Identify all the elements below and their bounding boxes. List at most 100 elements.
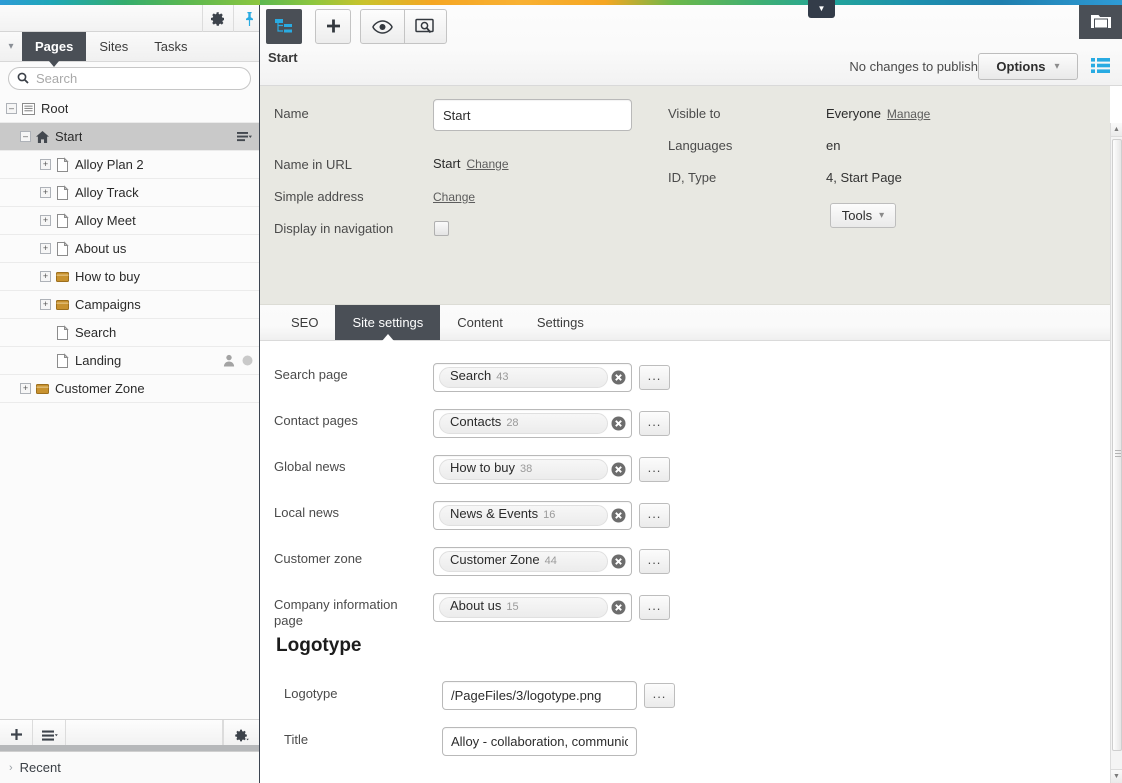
tree-item[interactable]: + Campaigns (0, 291, 259, 319)
search-box[interactable] (8, 66, 251, 90)
page-browse-button[interactable]: ... (639, 549, 670, 574)
page-browse-button[interactable]: ... (639, 365, 670, 390)
title-field-label: Title (284, 732, 309, 747)
clear-icon[interactable] (611, 416, 626, 431)
scrollbar-thumb[interactable] (1112, 139, 1122, 751)
page-picker[interactable]: Customer Zone 44 (433, 547, 632, 576)
title-input[interactable] (442, 727, 637, 756)
tree-expander[interactable]: + (40, 159, 51, 170)
name-in-url-value: Start (433, 156, 461, 171)
page-icon (57, 184, 69, 200)
tree-expander[interactable]: + (20, 383, 31, 394)
simple-address-change-link[interactable]: Change (433, 190, 475, 204)
page-picker[interactable]: About us 15 (433, 593, 632, 622)
tab-seo[interactable]: SEO (274, 305, 335, 340)
page-browse-button[interactable]: ... (639, 595, 670, 620)
page-browse-button[interactable]: ... (639, 411, 670, 436)
sidebar-tab-sites[interactable]: Sites (86, 32, 141, 61)
page-chip[interactable]: Customer Zone 44 (439, 551, 608, 572)
clear-icon[interactable] (611, 554, 626, 569)
display-in-navigation-checkbox[interactable] (434, 221, 449, 236)
clear-icon[interactable] (611, 508, 626, 523)
options-button[interactable]: Options ▾ (978, 53, 1078, 80)
tree-item[interactable]: Search (0, 319, 259, 347)
tree-expander[interactable]: – (6, 103, 17, 114)
logotype-browse-button[interactable]: ... (644, 683, 675, 708)
scroll-down-button[interactable]: ▼ (1111, 769, 1122, 783)
sitemap-icon (275, 18, 292, 32)
page-chip-label: News & Events (450, 506, 539, 521)
tree-item-menu[interactable] (237, 131, 253, 143)
tree-expander[interactable]: – (20, 131, 31, 142)
chevron-down-icon: ▼ (817, 4, 826, 13)
picker-row-label: Global news (274, 459, 346, 474)
page-picker[interactable]: How to buy 38 (433, 455, 632, 484)
page-chip[interactable]: About us 15 (439, 597, 608, 618)
page-chip[interactable]: Contacts 28 (439, 413, 608, 434)
page-browse-button[interactable]: ... (639, 457, 670, 482)
page-tree[interactable]: – Root – Start + Alloy Plan 2 + Alloy Track + All… (0, 95, 259, 712)
tab-site-settings[interactable]: Site settings (335, 305, 441, 341)
create-new-button[interactable] (315, 9, 351, 44)
prop-row-simple-address: Simple address (274, 189, 364, 204)
tab-settings-label: Settings (536, 315, 584, 330)
sitemap-toggle-button[interactable] (266, 9, 302, 44)
tree-item[interactable]: + Alloy Plan 2 (0, 151, 259, 179)
page-chip[interactable]: News & Events 16 (439, 505, 608, 526)
tab-content[interactable]: Content (440, 305, 520, 340)
tree-item[interactable]: + Alloy Meet (0, 207, 259, 235)
sidebar-tab-pages[interactable]: Pages (22, 32, 87, 67)
tree-expander[interactable]: + (40, 299, 51, 310)
tree-item[interactable]: Landing (0, 347, 259, 375)
tree-expander[interactable]: + (40, 187, 51, 198)
recent-panel-header[interactable]: › Recent (0, 751, 259, 783)
page-browse-button[interactable]: ... (639, 503, 670, 528)
view-button[interactable] (361, 10, 404, 43)
visible-to-manage-link[interactable]: Manage (887, 107, 930, 121)
sidebar-topbar (0, 0, 260, 32)
clear-icon[interactable] (611, 370, 626, 385)
sidebar-gear-button[interactable] (202, 5, 233, 32)
logotype-input[interactable] (442, 681, 637, 710)
clear-icon[interactable] (611, 462, 626, 477)
tree-expander[interactable]: + (40, 271, 51, 282)
tree-item[interactable]: – Start (0, 123, 259, 151)
picker-row-controls: About us 15... (433, 593, 670, 622)
sidebar-tab-tasks[interactable]: Tasks (141, 32, 200, 61)
assets-panel-button[interactable] (1079, 5, 1122, 39)
tree-item[interactable]: + About us (0, 235, 259, 263)
main-vertical-scrollbar[interactable]: ▲ ▼ (1110, 123, 1122, 783)
tab-settings[interactable]: Settings (520, 305, 601, 340)
list-view-button[interactable] (1091, 57, 1110, 74)
tree-item[interactable]: – Root (0, 95, 259, 123)
tree-item-label: Root (41, 101, 69, 116)
tree-expander[interactable]: + (40, 243, 51, 254)
tree-item[interactable]: + Customer Zone (0, 375, 259, 403)
preview-button[interactable] (403, 10, 447, 43)
sidebar-tab-sites-label: Sites (99, 39, 129, 54)
top-dropdown-tab[interactable]: ▼ (808, 0, 835, 18)
page-chip-label: How to buy (450, 460, 516, 475)
name-input[interactable] (433, 99, 632, 131)
picker-row-label: Company information page (274, 597, 398, 628)
search-input[interactable] (34, 69, 242, 87)
sidebar-search-row (0, 62, 259, 94)
scroll-up-button[interactable]: ▲ (1111, 123, 1122, 137)
page-chip[interactable]: How to buy 38 (439, 459, 608, 480)
picker-row-controls: How to buy 38... (433, 455, 670, 484)
page-chip-label: About us (450, 598, 502, 613)
page-properties-panel: Name Name in URL Start Change Simple add… (260, 86, 1110, 305)
tools-button[interactable]: Tools ▾ (830, 203, 896, 228)
tree-expander[interactable]: + (40, 215, 51, 226)
page-picker[interactable]: Contacts 28 (433, 409, 632, 438)
visible-to-label: Visible to (668, 106, 721, 121)
tree-item-label: Campaigns (75, 297, 141, 312)
name-in-url-change-link[interactable]: Change (466, 157, 508, 171)
page-picker[interactable]: Search 43 (433, 363, 632, 392)
tree-item[interactable]: + How to buy (0, 263, 259, 291)
page-chip[interactable]: Search 43 (439, 367, 608, 388)
clear-icon[interactable] (611, 600, 626, 615)
sidebar-collapse-caret[interactable]: ▾ (0, 32, 22, 61)
tree-item[interactable]: + Alloy Track (0, 179, 259, 207)
page-picker[interactable]: News & Events 16 (433, 501, 632, 530)
